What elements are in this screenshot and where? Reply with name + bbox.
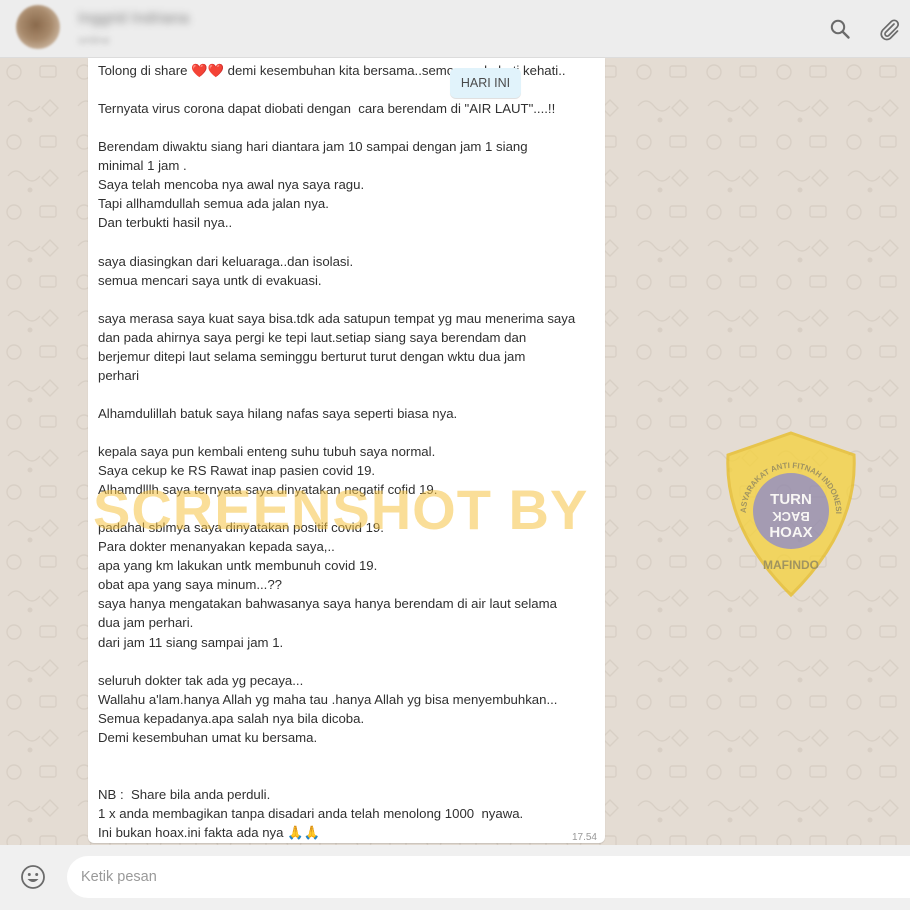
message-line: kepala saya pun kembali enteng suhu tubu… xyxy=(98,444,436,459)
message-line: NB : Share bila anda perduli. xyxy=(98,786,271,802)
message-line: Wallahu a'lam.hanya Allah yg maha tau .h… xyxy=(98,691,558,707)
contact-avatar[interactable] xyxy=(16,5,60,49)
message-line: dan pada ahirnya saya pergi ke tepi laut… xyxy=(98,329,527,345)
message-line: Saya telah mencoba nya awal nya saya rag… xyxy=(98,177,365,193)
message-line: Para dokter menanyakan kepada saya,.. xyxy=(98,539,335,555)
message-line: Ternyata virus corona dapat diobati deng… xyxy=(98,101,556,117)
svg-text:TURN: TURN xyxy=(770,491,812,508)
message-line: Dan terbukti hasil nya.. xyxy=(98,215,233,231)
message-input[interactable]: Ketik pesan xyxy=(67,856,910,898)
message-line: seluruh dokter tak ada yg pecaya... xyxy=(98,672,304,688)
message-line: Alhamdulillah batuk saya hilang nafas sa… xyxy=(98,405,458,421)
emoji-icon[interactable] xyxy=(20,864,46,890)
date-chip: HARI INI xyxy=(450,68,521,98)
chat-panel[interactable]: Tolong di share ❤️❤️ demi kesembuhan kit… xyxy=(0,58,910,845)
message-line: Ini bukan hoax.ini fakta ada nya 🙏🙏 xyxy=(98,825,320,840)
search-icon[interactable] xyxy=(828,17,852,41)
compose-bar: Ketik pesan xyxy=(0,845,910,910)
message-line: Demi kesembuhan umat ku bersama. xyxy=(98,729,318,745)
message-line: Saya cekup ke RS Rawat inap pasien covid… xyxy=(98,463,376,479)
message-line: Tapi allhamdullah semua ada jalan nya. xyxy=(98,196,329,212)
contact-status: online xyxy=(78,33,111,47)
contact-name[interactable]: Inggrid Indriana xyxy=(78,10,189,28)
mafindo-logo: TURN BACK HOAX MASYARAKAT ANTI FITNAH IN… xyxy=(718,429,856,598)
chat-header: Inggrid Indriana online xyxy=(0,0,910,58)
message-line: dua jam perhari. xyxy=(98,615,194,631)
message-bubble[interactable]: Tolong di share ❤️❤️ demi kesembuhan kit… xyxy=(88,58,605,843)
message-line: minimal 1 jam . xyxy=(98,158,187,174)
message-line: berjemur ditepi laut selama seminggu ber… xyxy=(98,348,526,364)
svg-text:MAFINDO: MAFINDO xyxy=(763,558,819,572)
message-line: apa yang km lakukan untk membunuh covid … xyxy=(98,558,378,574)
message-line: semua mencari saya untk di evakuasi. xyxy=(98,272,322,288)
message-line: Semua kepadanya.apa salah nya bila dicob… xyxy=(98,710,365,726)
message-line: padahal sblmya saya dinyatakan positif c… xyxy=(98,520,384,536)
message-line: saya hanya mengatakan bahwasanya saya ha… xyxy=(98,596,557,612)
message-line: 1 x anda membagikan tanpa disadari anda … xyxy=(98,805,524,821)
message-line: Alhamdlllh saya ternyata saya dinyatakan… xyxy=(98,482,438,498)
message-line: perhari xyxy=(98,367,140,383)
message-line: obat apa yang saya minum...?? xyxy=(98,577,283,593)
message-line: saya merasa saya kuat saya bisa.tdk ada … xyxy=(98,310,576,326)
message-timestamp: 17.54 xyxy=(571,832,597,843)
svg-text:HOAX: HOAX xyxy=(769,524,812,541)
attach-icon[interactable] xyxy=(877,17,901,41)
message-line: Berendam diwaktu siang hari diantara jam… xyxy=(98,139,528,155)
svg-text:BACK: BACK xyxy=(772,509,810,524)
message-line: dari jam 11 siang sampai jam 1. xyxy=(98,634,284,650)
message-line: saya diasingkan dari keluaraga..dan isol… xyxy=(98,253,354,269)
